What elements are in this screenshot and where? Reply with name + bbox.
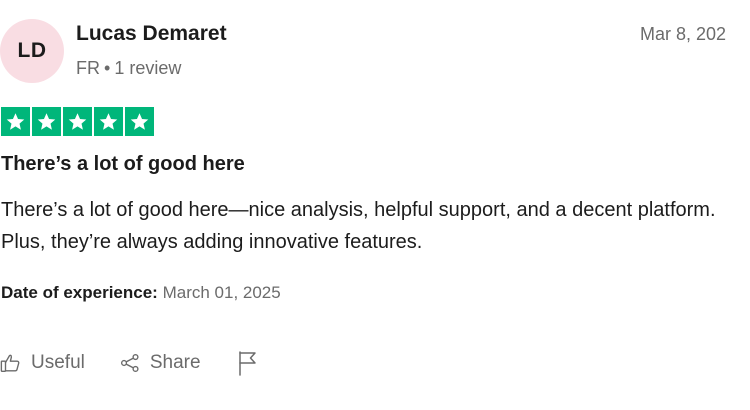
review-card: LD Lucas Demaret FR • 1 review Mar 8, 202 … — [0, 0, 750, 410]
star-icon — [94, 107, 123, 136]
star-icon — [32, 107, 61, 136]
star-icon — [125, 107, 154, 136]
review-date: Mar 8, 202 — [640, 24, 727, 44]
experience-date: March 01, 2025 — [162, 283, 281, 302]
review-actions: Useful Share — [0, 350, 259, 376]
separator-dot: • — [104, 58, 111, 78]
star-rating — [1, 107, 154, 136]
report-button[interactable] — [237, 350, 259, 376]
review-title[interactable]: There’s a lot of good here — [1, 153, 245, 176]
useful-button[interactable]: Useful — [0, 352, 85, 374]
star-icon — [1, 107, 30, 136]
flag-icon — [237, 350, 259, 376]
thumbs-up-icon — [0, 352, 22, 374]
avatar[interactable]: LD — [0, 19, 64, 83]
experience-label: Date of experience: — [1, 283, 158, 302]
reviewer-review-count: 1 review — [114, 58, 182, 78]
share-label: Share — [149, 352, 201, 373]
reviewer-name[interactable]: Lucas Demaret — [76, 22, 227, 46]
star-icon — [63, 107, 92, 136]
review-body: There’s a lot of good here—nice analysis… — [1, 199, 716, 253]
share-icon — [119, 352, 141, 374]
date-of-experience: Date of experience: March 01, 2025 — [1, 283, 281, 303]
reviewer-country: FR — [76, 58, 100, 78]
share-button[interactable]: Share — [119, 352, 201, 374]
reviewer-meta: FR • 1 review — [76, 58, 181, 79]
useful-label: Useful — [31, 352, 85, 373]
